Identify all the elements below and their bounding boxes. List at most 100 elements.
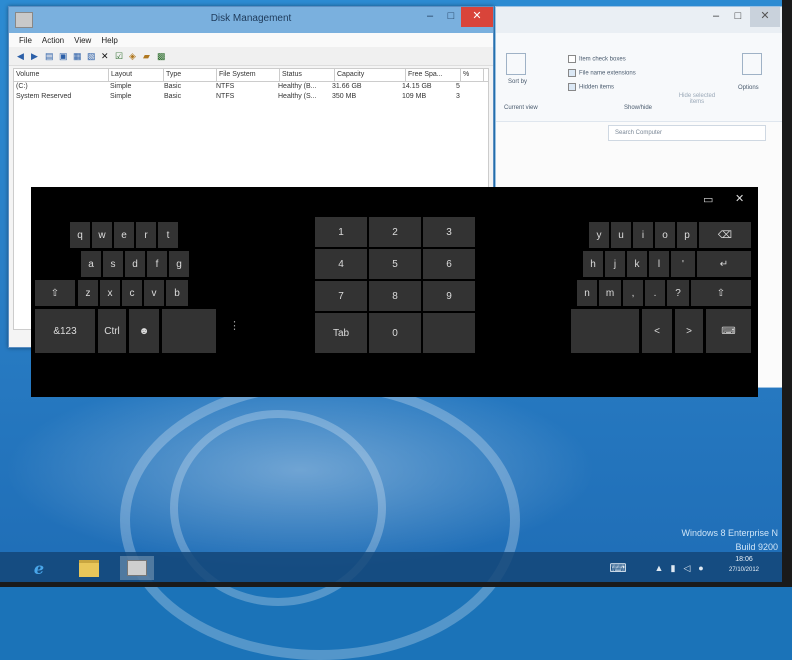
sort-icon[interactable] <box>506 53 526 75</box>
file-extensions-option[interactable]: File name extensions <box>568 69 636 77</box>
notification-chevron-icon[interactable]: ▲ <box>652 556 666 580</box>
key-4[interactable]: 4 <box>315 249 367 279</box>
table-row[interactable]: System Reserved Simple Basic NTFS Health… <box>14 92 488 102</box>
clock-time[interactable]: 18:06 <box>714 556 774 563</box>
enter-key[interactable]: ↵ <box>697 251 751 277</box>
options-icon[interactable] <box>742 53 762 75</box>
col-filesystem[interactable]: File System <box>217 69 280 81</box>
list-icon[interactable]: ▤ <box>45 51 54 61</box>
key-a[interactable]: a <box>81 251 101 277</box>
options-button[interactable]: Options <box>738 85 759 91</box>
help-icon[interactable]: ▣ <box>59 51 68 61</box>
shift-left-key[interactable]: ⇧ <box>35 280 75 306</box>
key-z[interactable]: z <box>78 280 98 306</box>
key-t[interactable]: t <box>158 222 178 248</box>
touch-keyboard[interactable]: ▭ ✕ q w e r t a s d f g ⇧ z x c v b &123… <box>31 187 758 397</box>
key-w[interactable]: w <box>92 222 112 248</box>
maximize-button[interactable]: □ <box>441 7 461 27</box>
key-n[interactable]: n <box>577 280 597 306</box>
close-keyboard-icon[interactable]: ✕ <box>735 192 744 205</box>
key-apostrophe[interactable]: ' <box>671 251 695 277</box>
tab-key[interactable]: Tab <box>315 313 367 353</box>
key-7[interactable]: 7 <box>315 281 367 311</box>
title-bar[interactable]: Disk Management – □ ✕ <box>9 7 493 33</box>
explorer-close-button[interactable]: ✕ <box>750 7 780 27</box>
key-0[interactable]: 0 <box>369 313 421 353</box>
numpad-blank-key[interactable] <box>423 313 475 353</box>
delete-icon[interactable]: ✕ <box>101 51 110 61</box>
key-3[interactable]: 3 <box>423 217 475 247</box>
col-layout[interactable]: Layout <box>109 69 164 81</box>
item-checkboxes-option[interactable]: Item check boxes <box>568 55 626 63</box>
key-k[interactable]: k <box>627 251 647 277</box>
key-5[interactable]: 5 <box>369 249 421 279</box>
key-f[interactable]: f <box>147 251 167 277</box>
dock-keyboard-icon[interactable]: ▭ <box>703 193 713 206</box>
key-p[interactable]: p <box>677 222 697 248</box>
search-box[interactable]: Search Computer <box>608 125 766 141</box>
key-y[interactable]: y <box>589 222 609 248</box>
minimize-button[interactable]: – <box>419 7 441 27</box>
key-x[interactable]: x <box>100 280 120 306</box>
key-9[interactable]: 9 <box>423 281 475 311</box>
file-explorer-icon[interactable] <box>72 556 106 580</box>
menu-file[interactable]: File <box>19 36 32 45</box>
key-2[interactable]: 2 <box>369 217 421 247</box>
key-b[interactable]: b <box>166 280 188 306</box>
key-question[interactable]: ? <box>667 280 689 306</box>
table-row[interactable]: (C:) Simple Basic NTFS Healthy (B... 31.… <box>14 82 488 92</box>
explorer-maximize-button[interactable]: □ <box>728 7 748 27</box>
key-v[interactable]: v <box>144 280 164 306</box>
key-j[interactable]: j <box>605 251 625 277</box>
col-percent[interactable]: % <box>461 69 484 81</box>
key-8[interactable]: 8 <box>369 281 421 311</box>
key-d[interactable]: d <box>125 251 145 277</box>
key-u[interactable]: u <box>611 222 631 248</box>
key-q[interactable]: q <box>70 222 90 248</box>
key-e[interactable]: e <box>114 222 134 248</box>
ctrl-key[interactable]: Ctrl <box>98 309 126 353</box>
key-comma[interactable]: , <box>623 280 643 306</box>
settings-icon[interactable]: ▧ <box>87 51 96 61</box>
menu-help[interactable]: Help <box>101 36 117 45</box>
close-button[interactable]: ✕ <box>461 7 493 27</box>
key-l[interactable]: l <box>649 251 669 277</box>
col-status[interactable]: Status <box>280 69 335 81</box>
hidden-items-option[interactable]: Hidden items <box>568 83 614 91</box>
key-i[interactable]: i <box>633 222 653 248</box>
properties-icon[interactable]: ▩ <box>157 51 166 61</box>
key-h[interactable]: h <box>583 251 603 277</box>
internet-explorer-icon[interactable]: e <box>22 556 56 580</box>
folder-icon[interactable]: ▰ <box>143 51 152 61</box>
volume-icon[interactable]: ◁ <box>680 556 694 580</box>
emoji-key[interactable]: ☻ <box>129 309 159 353</box>
disk-icon[interactable]: ▦ <box>73 51 82 61</box>
forward-icon[interactable]: ▶ <box>31 51 40 61</box>
col-free-space[interactable]: Free Spa... <box>406 69 461 81</box>
more-keys-icon[interactable]: ⋮ <box>229 319 240 332</box>
keyboard-layout-key[interactable]: ⌨ <box>706 309 751 353</box>
hide-selected-button[interactable]: Hide selected items <box>672 93 722 105</box>
arrow-left-key[interactable]: < <box>642 309 672 353</box>
explorer-title-bar[interactable]: – □ ✕ <box>496 7 783 33</box>
space-left-key[interactable] <box>162 309 216 353</box>
language-icon[interactable]: ● <box>694 556 708 580</box>
key-o[interactable]: o <box>655 222 675 248</box>
key-g[interactable]: g <box>169 251 189 277</box>
network-icon[interactable]: ▮ <box>666 556 680 580</box>
shift-right-key[interactable]: ⇧ <box>691 280 751 306</box>
explorer-minimize-button[interactable]: – <box>706 7 726 27</box>
space-right-key[interactable] <box>571 309 639 353</box>
search-icon[interactable]: ◈ <box>129 51 138 61</box>
symbols-key[interactable]: &123 <box>35 309 95 353</box>
key-period[interactable]: . <box>645 280 665 306</box>
key-c[interactable]: c <box>122 280 142 306</box>
menu-view[interactable]: View <box>74 36 91 45</box>
backspace-key[interactable]: ⌫ <box>699 222 751 248</box>
col-capacity[interactable]: Capacity <box>335 69 406 81</box>
key-6[interactable]: 6 <box>423 249 475 279</box>
key-m[interactable]: m <box>599 280 621 306</box>
menu-action[interactable]: Action <box>42 36 64 45</box>
col-type[interactable]: Type <box>164 69 217 81</box>
key-s[interactable]: s <box>103 251 123 277</box>
